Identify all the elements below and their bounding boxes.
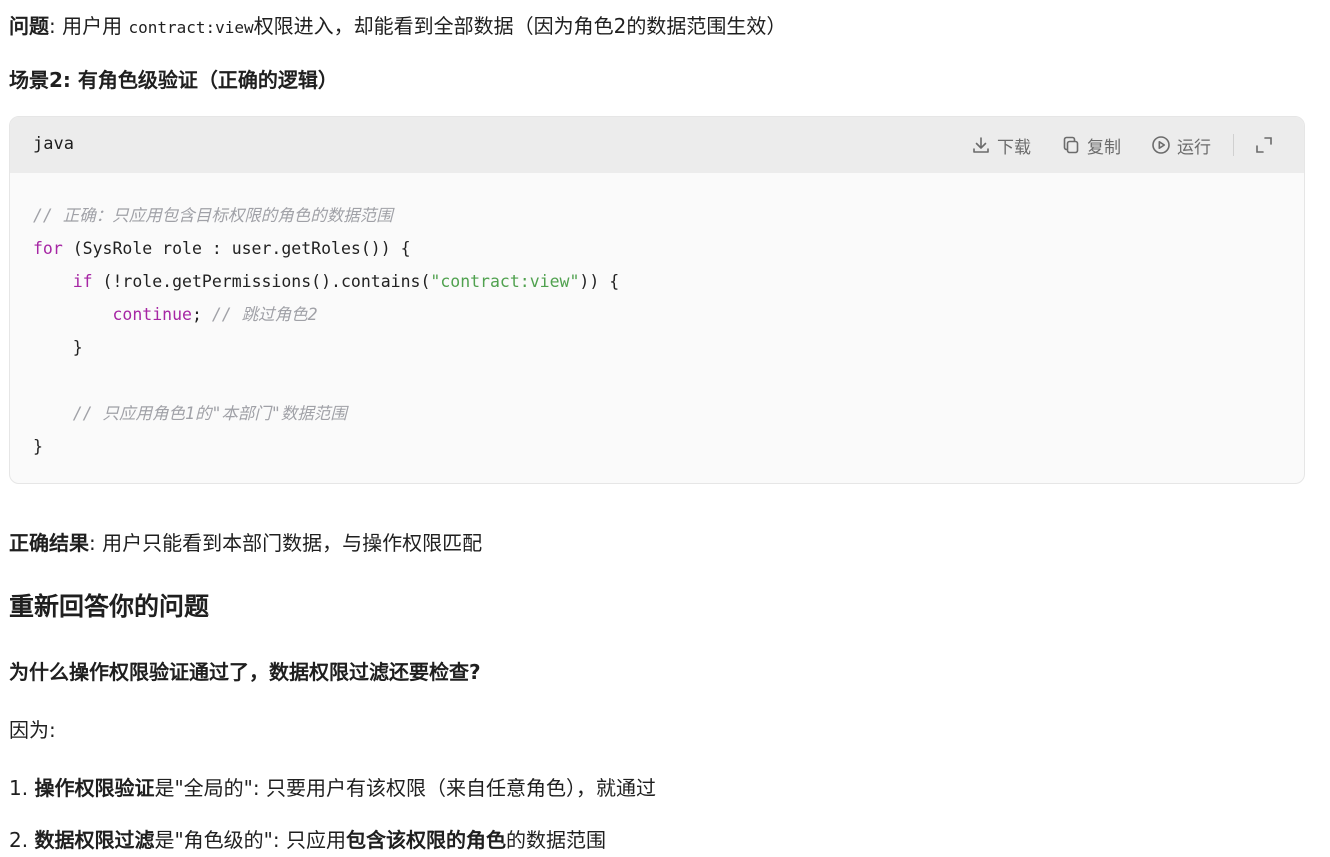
- code-text: (!role.getPermissions().contains(: [92, 272, 431, 291]
- code-comment: // 正确：只应用包含目标权限的角色的数据范围: [33, 206, 393, 225]
- problem-sep: : 用户用: [49, 14, 129, 38]
- code-line-8: }: [33, 430, 1304, 463]
- problem-label: 问题: [9, 14, 49, 38]
- list-item-bold: 数据权限过滤: [34, 828, 155, 852]
- copy-label: 复制: [1087, 137, 1121, 158]
- download-button[interactable]: 下载: [971, 133, 1031, 158]
- code-line-2: for (SysRole role : user.getRoles()) {: [33, 232, 1304, 265]
- section-heading: 重新回答你的问题: [9, 592, 210, 621]
- download-icon: [973, 137, 989, 153]
- toolbar-divider: [1233, 134, 1234, 156]
- question-heading: 为什么操作权限验证通过了，数据权限过滤还要检查?: [9, 660, 481, 684]
- code-text: )) {: [579, 272, 620, 291]
- problem-text: 权限进入，却能看到全部数据（因为角色2的数据范围生效）: [253, 14, 787, 38]
- code-line-1: // 正确：只应用包含目标权限的角色的数据范围: [33, 199, 1304, 232]
- result-paragraph: 正确结果: 用户只能看到本部门数据，与操作权限匹配: [9, 529, 482, 557]
- code-keyword: if: [72, 272, 93, 291]
- result-text: : 用户只能看到本部门数据，与操作权限匹配: [89, 531, 483, 555]
- play-icon: [1152, 136, 1170, 154]
- code-text: }: [33, 437, 43, 456]
- code-text: ;: [191, 305, 212, 324]
- code-toolbar: 下载 复制 运行: [941, 131, 1280, 159]
- code-line-4: continue; // 跳过角色2: [33, 298, 1304, 331]
- code-comment: // 只应用角色1的"本部门"数据范围: [72, 404, 347, 423]
- scene-title: 有角色级验证（正确的逻辑）: [77, 68, 338, 92]
- expand-button[interactable]: [1254, 135, 1280, 155]
- code-block: java 下载 复制 运行 // 正确：只应用包含目标权限的角色的数据范围 fo…: [9, 116, 1305, 484]
- copy-button[interactable]: 复制: [1061, 133, 1121, 158]
- code-content: // 正确：只应用包含目标权限的角色的数据范围 for (SysRole rol…: [10, 173, 1304, 463]
- code-language: java: [33, 134, 74, 154]
- download-label: 下载: [997, 137, 1031, 158]
- list-number: 1.: [9, 776, 35, 800]
- code-line-7: // 只应用角色1的"本部门"数据范围: [33, 397, 1304, 430]
- list-item-text: 的数据范围: [505, 828, 606, 852]
- scene-prefix: 场景2:: [9, 68, 78, 92]
- code-keyword: continue: [112, 305, 192, 324]
- code-text: (SysRole role : user.getRoles()) {: [62, 239, 411, 258]
- list-item: 2. 数据权限过滤是"角色级的": 只应用包含该权限的角色的数据范围: [9, 826, 606, 854]
- code-keyword: for: [33, 239, 63, 258]
- code-string: "contract:view": [430, 272, 580, 291]
- code-line-3: if (!role.getPermissions().contains("con…: [33, 265, 1304, 298]
- code-line-5: }: [33, 331, 1304, 364]
- list-item-text: 是"全局的": 只要用户有该权限（来自任意角色），就通过: [154, 776, 656, 800]
- run-label: 运行: [1177, 137, 1211, 158]
- expand-icon: [1256, 137, 1272, 153]
- code-header: java 下载 复制 运行: [10, 117, 1304, 173]
- list-item: 1. 操作权限验证是"全局的": 只要用户有该权限（来自任意角色），就通过: [9, 774, 656, 802]
- result-label: 正确结果: [9, 531, 89, 555]
- list-number: 2.: [9, 828, 35, 852]
- problem-paragraph: 问题: 用户用 contract:view权限进入，却能看到全部数据（因为角色2…: [9, 12, 786, 42]
- scene-heading: 场景2: 有角色级验证（正确的逻辑）: [9, 66, 338, 94]
- run-button[interactable]: 运行: [1151, 133, 1211, 158]
- because-text: 因为:: [9, 718, 56, 742]
- list-item-bold: 包含该权限的角色: [345, 828, 506, 852]
- copy-icon: [1063, 136, 1079, 154]
- inline-code-permission: contract:view: [128, 18, 254, 37]
- list-item-bold: 操作权限验证: [34, 776, 155, 800]
- list-item-text: 是"角色级的": 只应用: [154, 828, 346, 852]
- code-text: }: [33, 338, 83, 357]
- code-comment: // 跳过角色2: [211, 305, 318, 324]
